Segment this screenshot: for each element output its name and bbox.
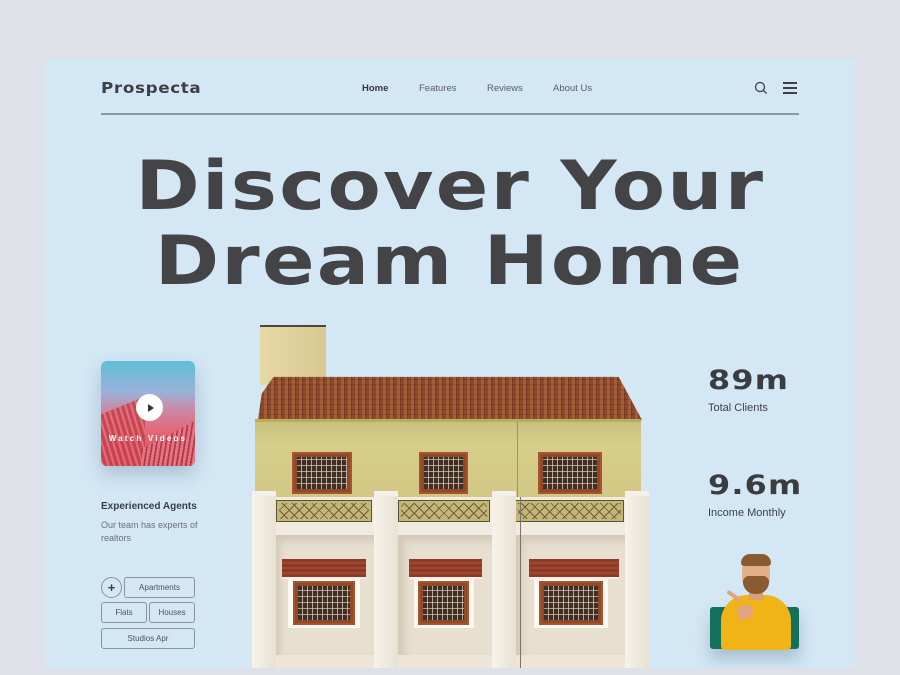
house-image <box>252 324 649 668</box>
window-awning <box>282 559 366 579</box>
house-window <box>538 452 602 494</box>
stat-total-clients-value: 89m <box>708 365 790 396</box>
balcony-railing <box>276 500 372 522</box>
play-button[interactable] <box>136 394 163 421</box>
stat-total-clients-label: Total Clients <box>708 402 768 414</box>
nav-home[interactable]: Home <box>362 83 388 94</box>
plus-icon: + <box>107 580 116 595</box>
watch-videos-label: Watch Videos <box>108 434 188 443</box>
house-roof <box>257 376 642 420</box>
landing-card: Prospecta Home Features Reviews About Us… <box>45 59 855 668</box>
window-awning <box>409 559 482 579</box>
house-window <box>293 581 355 625</box>
play-icon <box>147 403 154 412</box>
balcony-railing <box>398 500 490 522</box>
nav-about-us[interactable]: About Us <box>553 83 592 94</box>
tag-apartments[interactable]: Apartments <box>124 577 195 598</box>
agents-title: Experienced Agents <box>101 501 197 512</box>
hero-title-line-2: Dream Home <box>155 222 745 301</box>
watch-videos-card[interactable]: Watch Videos <box>101 361 195 466</box>
nav-features[interactable]: Features <box>419 83 457 94</box>
hero-title-line-1: Discover Your <box>135 147 765 226</box>
house-window <box>292 452 352 494</box>
nav-reviews[interactable]: Reviews <box>487 83 523 94</box>
house-window <box>539 581 603 625</box>
balcony-railing <box>515 500 624 522</box>
tag-houses[interactable]: Houses <box>149 602 195 623</box>
house-lower-floor <box>252 491 649 668</box>
add-tag-button[interactable]: + <box>101 577 122 598</box>
tag-studios-apr[interactable]: Studios Apr <box>101 628 195 649</box>
header-divider <box>101 113 799 115</box>
house-upper-floor <box>255 419 641 497</box>
window-awning <box>529 559 619 579</box>
search-icon[interactable] <box>754 81 768 95</box>
agents-description: Our team has experts of realtors <box>101 520 198 543</box>
agent-photo <box>721 550 791 650</box>
house-window <box>418 581 469 625</box>
stat-income-monthly-label: Income Monthly <box>708 507 786 519</box>
menu-icon[interactable] <box>783 82 797 94</box>
tag-flats[interactable]: Flats <box>101 602 147 623</box>
house-chimney <box>260 325 326 385</box>
house-window <box>419 452 468 494</box>
stat-income-monthly-value: 9.6m <box>708 470 803 501</box>
main-nav: Home Features Reviews About Us <box>45 83 855 97</box>
